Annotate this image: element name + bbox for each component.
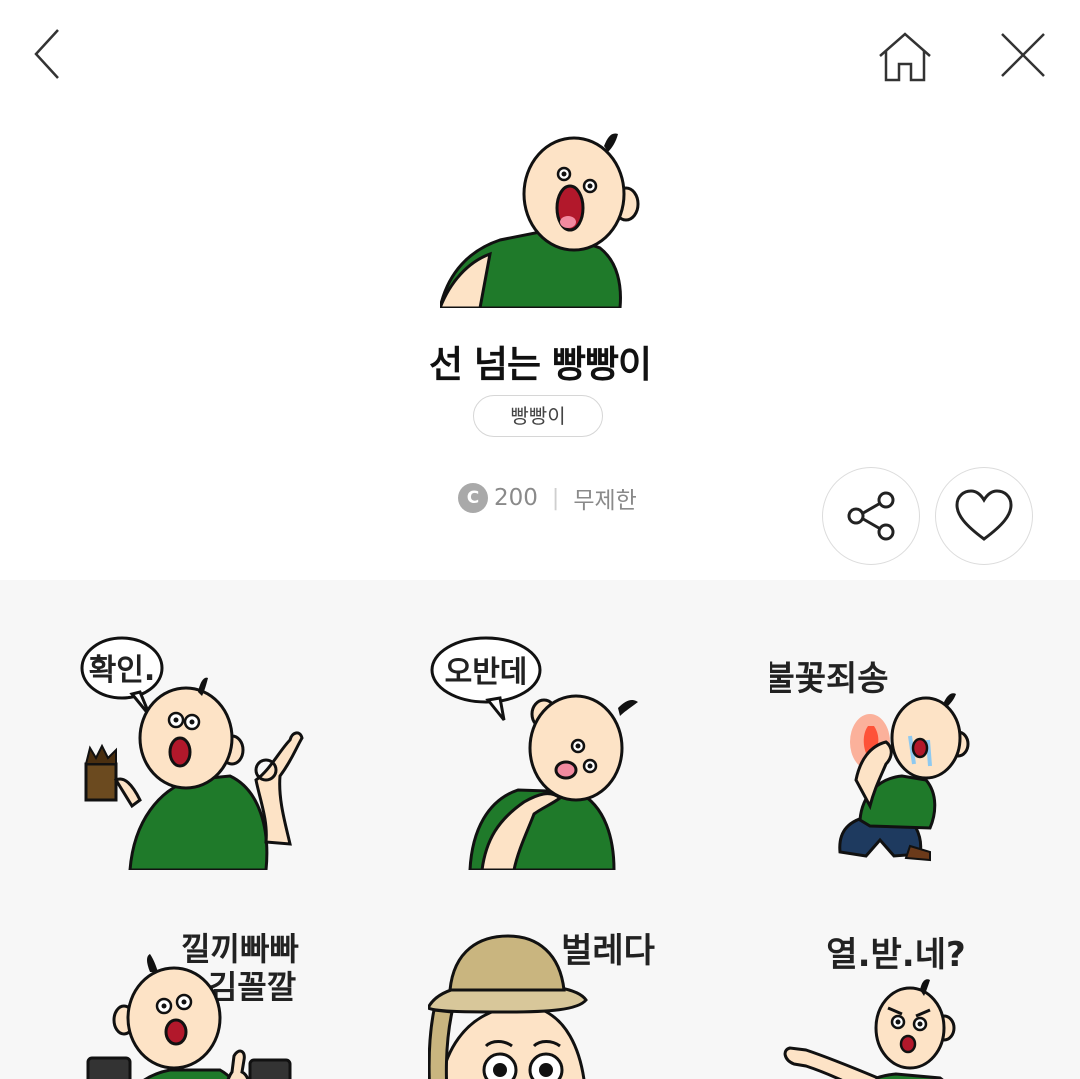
close-icon [1001, 33, 1045, 77]
price-value: 200 [494, 485, 538, 511]
share-button[interactable] [822, 467, 920, 565]
pack-header: 선 넘는 빵빵이 빵빵이 C 200 | 무제한 [0, 110, 1080, 580]
coin-icon: C [458, 483, 488, 513]
pack-title: 선 넘는 빵빵이 [428, 343, 652, 386]
close-button[interactable] [994, 22, 1054, 88]
sticker-item[interactable]: 열.받.네? [770, 880, 1010, 1079]
author-chip[interactable]: 빵빵이 [473, 395, 603, 437]
sticker-grid: 확인. 오반데 불꽃죄송 낄끼빠빠 김꼴깔 벌레다 열.받.네? [0, 580, 1080, 1079]
back-arrow-icon [34, 29, 59, 79]
sticker-item[interactable]: 오반데 [428, 630, 668, 870]
back-button[interactable] [22, 22, 82, 88]
sticker-caption: 확인. [89, 653, 156, 688]
duration-label: 무제한 [573, 488, 637, 514]
sticker-item[interactable]: 불꽃죄송 [770, 630, 1010, 870]
home-icon [879, 32, 931, 82]
sticker-caption: 벌레다 [561, 931, 655, 971]
sticker-caption-line1: 낄끼빠빠 [181, 930, 299, 968]
sticker-item[interactable]: 낄끼빠빠 김꼴깔 [80, 880, 320, 1079]
sticker-item[interactable]: 확인. [80, 630, 320, 870]
price-row: C 200 | 무제한 [458, 482, 637, 514]
sticker-caption: 오반데 [445, 655, 528, 690]
heart-icon [955, 489, 1013, 541]
sticker-caption: 열.받.네? [826, 935, 965, 975]
like-button[interactable] [935, 467, 1033, 565]
price-divider: | [551, 485, 560, 511]
share-icon [847, 491, 895, 541]
sticker-detail-page: 선 넘는 빵빵이 빵빵이 C 200 | 무제한 확인. 오반데 불꽃죄송 낄끼… [0, 0, 1080, 1079]
top-bar [0, 0, 1080, 110]
home-button[interactable] [872, 24, 938, 90]
sticker-caption: 불꽃죄송 [770, 659, 889, 699]
sticker-item[interactable]: 벌레다 [428, 880, 668, 1079]
main-sticker-image [440, 122, 640, 308]
sticker-caption-line2: 김꼴깔 [208, 968, 296, 1006]
